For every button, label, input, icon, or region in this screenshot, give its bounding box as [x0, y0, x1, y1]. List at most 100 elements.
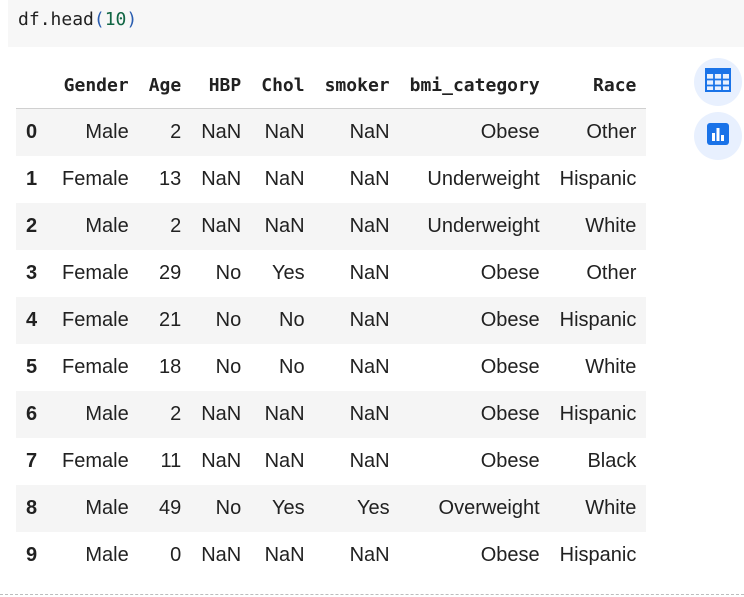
row-index: 3 [26, 262, 38, 284]
cell-race: Black [587, 450, 637, 472]
cell-gender: Male [85, 121, 129, 143]
cell-smoker: NaN [349, 215, 390, 237]
cell-race: Hispanic [559, 168, 637, 190]
code-cell[interactable]: df.head(10) [8, 0, 744, 47]
cell-race: White [585, 356, 637, 378]
column-header-smoker: smoker [314, 62, 400, 109]
table-row: 0 Male 2 NaN NaN NaN Obese Other [16, 108, 647, 156]
cell-age: 11 [160, 450, 182, 472]
row-index: 9 [26, 544, 38, 566]
table-row: 6 Male 2 NaN NaN NaN Obese Hispanic [16, 391, 647, 438]
cell-bmi-category: Obese [480, 121, 540, 143]
code-argument: 10 [104, 9, 127, 30]
cell-smoker: NaN [349, 309, 390, 331]
table-grid-icon [704, 66, 732, 99]
code-open-paren: ( [93, 9, 105, 30]
cell-hbp: NaN [201, 215, 242, 237]
dataframe-output: Gender Age HBP Chol smoker bmi_category … [16, 62, 647, 579]
cell-smoker: NaN [349, 403, 390, 425]
cell-chol: No [279, 309, 305, 331]
cell-bmi-category: Obese [480, 262, 540, 284]
column-header-bmi-category: bmi_category [399, 62, 550, 109]
table-row: 3 Female 29 No Yes NaN Obese Other [16, 250, 647, 297]
code-text[interactable]: df.head(10) [18, 9, 137, 30]
table-row: 5 Female 18 No No NaN Obese White [16, 344, 647, 391]
cell-age: 2 [170, 215, 182, 237]
cell-race: Hispanic [559, 403, 637, 425]
cell-age: 29 [158, 262, 182, 284]
cell-bmi-category: Overweight [438, 497, 540, 519]
cell-bmi-category: Obese [480, 309, 540, 331]
table-body: 0 Male 2 NaN NaN NaN Obese Other 1 Femal… [16, 108, 647, 579]
cell-gender: Male [85, 403, 129, 425]
cell-hbp: No [215, 356, 242, 378]
cell-gender: Male [85, 544, 129, 566]
cell-bmi-category: Underweight [427, 168, 540, 190]
cell-race: Other [586, 262, 637, 284]
cell-hbp: No [215, 309, 242, 331]
cell-gender: Female [62, 356, 129, 378]
table-row: 9 Male 0 NaN NaN NaN Obese Hispanic [16, 532, 647, 579]
cell-chol: NaN [264, 450, 305, 472]
cell-smoker: NaN [349, 356, 390, 378]
row-index: 4 [26, 309, 38, 331]
table-header-row: Gender Age HBP Chol smoker bmi_category … [16, 62, 647, 109]
table-row: 7 Female 11 NaN NaN NaN Obese Black [16, 438, 647, 485]
cell-smoker: NaN [349, 544, 390, 566]
code-object: df [18, 9, 40, 30]
bar-chart-icon [704, 120, 732, 153]
cell-age: 18 [158, 356, 182, 378]
suggest-charts-button[interactable] [694, 112, 742, 160]
cell-chol: NaN [264, 168, 305, 190]
row-index: 1 [26, 168, 38, 190]
cell-age: 21 [158, 309, 182, 331]
cell-chol: Yes [271, 262, 305, 284]
cell-chol: NaN [264, 121, 305, 143]
convert-to-interactive-table-button[interactable] [694, 58, 742, 106]
cell-chol: Yes [271, 497, 305, 519]
cell-bmi-category: Obese [480, 403, 540, 425]
row-index: 6 [26, 403, 38, 425]
cell-chol: NaN [264, 544, 305, 566]
cell-bmi-category: Obese [480, 544, 540, 566]
cell-race: White [585, 497, 637, 519]
cell-chol: NaN [264, 403, 305, 425]
row-index: 5 [26, 356, 38, 378]
cell-race: Hispanic [559, 309, 637, 331]
cell-race: Hispanic [559, 544, 637, 566]
row-index: 8 [26, 497, 38, 519]
cell-chol: NaN [264, 215, 305, 237]
column-header-gender: Gender [52, 62, 139, 109]
dataframe-table: Gender Age HBP Chol smoker bmi_category … [16, 62, 647, 579]
cell-age: 49 [158, 497, 182, 519]
table-row: 1 Female 13 NaN NaN NaN Underweight Hisp… [16, 156, 647, 203]
code-close-paren: ) [126, 9, 138, 30]
cell-divider [0, 594, 744, 595]
table-row: 2 Male 2 NaN NaN NaN Underweight White [16, 203, 647, 250]
cell-gender: Female [62, 262, 129, 284]
cell-age: 2 [170, 403, 182, 425]
column-header-chol: Chol [251, 62, 315, 109]
cell-smoker: NaN [349, 121, 390, 143]
cell-chol: No [279, 356, 305, 378]
cell-smoker: NaN [349, 262, 390, 284]
cell-hbp: NaN [201, 450, 242, 472]
index-header [16, 62, 52, 109]
row-index: 7 [26, 450, 38, 472]
cell-gender: Male [85, 215, 129, 237]
cell-bmi-category: Underweight [427, 215, 540, 237]
cell-hbp: No [215, 262, 242, 284]
cell-hbp: NaN [201, 403, 242, 425]
cell-gender: Female [62, 309, 129, 331]
cell-gender: Female [62, 450, 129, 472]
cell-race: White [585, 215, 637, 237]
cell-race: Other [586, 121, 637, 143]
cell-smoker: NaN [349, 168, 390, 190]
column-header-hbp: HBP [191, 62, 252, 109]
cell-hbp: NaN [201, 121, 242, 143]
row-index: 0 [26, 121, 38, 143]
cell-bmi-category: Obese [480, 356, 540, 378]
cell-bmi-category: Obese [480, 450, 540, 472]
cell-gender: Female [62, 168, 129, 190]
cell-hbp: No [215, 497, 242, 519]
